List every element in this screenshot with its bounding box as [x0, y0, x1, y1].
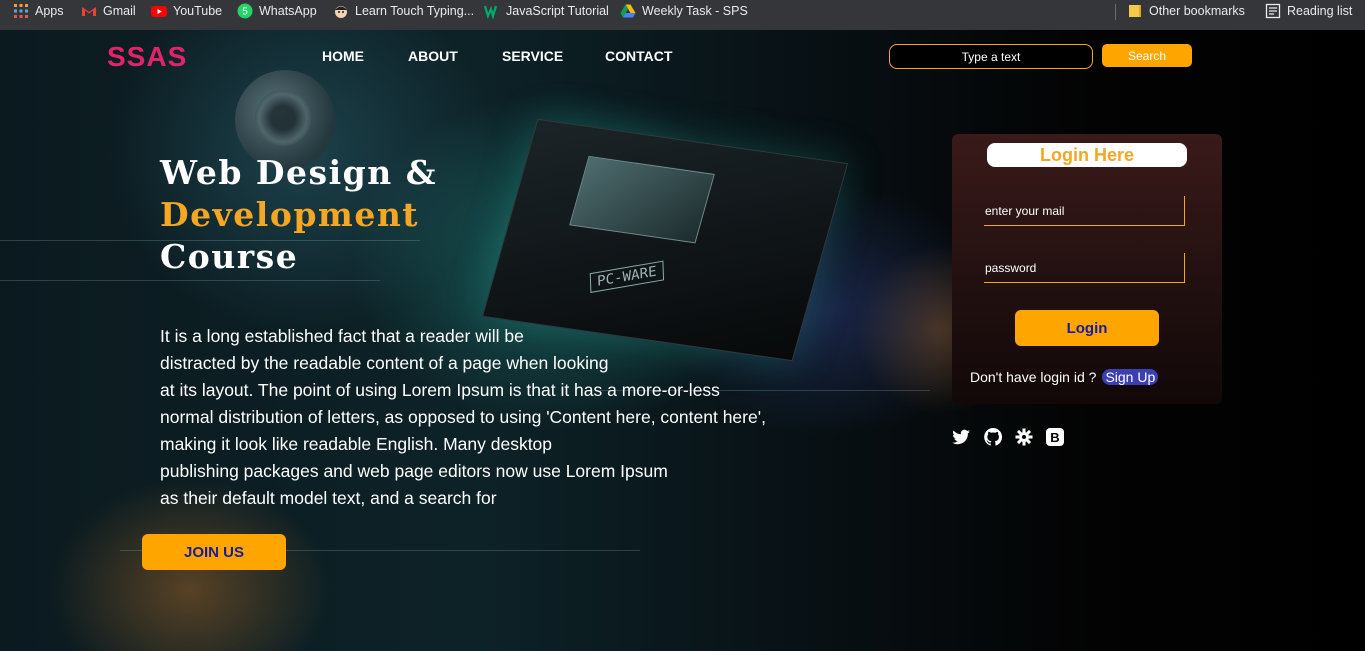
- youtube-icon: [151, 3, 167, 19]
- search-input[interactable]: [889, 44, 1093, 69]
- bookmark-apps[interactable]: Apps: [13, 0, 64, 22]
- other-bookmarks[interactable]: Other bookmarks: [1127, 0, 1245, 22]
- other-bookmarks-label: Other bookmarks: [1149, 4, 1245, 18]
- no-account-text: Don't have login id ?: [970, 369, 1097, 385]
- heading-line-2: Development: [160, 195, 420, 234]
- twitter-icon[interactable]: [951, 427, 971, 447]
- bookmark-label: Gmail: [103, 4, 136, 18]
- password-field[interactable]: [984, 253, 1185, 283]
- login-button[interactable]: Login: [1015, 310, 1159, 346]
- gmail-icon: [81, 3, 97, 19]
- bookmark-javascript[interactable]: JavaScript Tutorial: [483, 0, 609, 22]
- bookmark-weekly-task[interactable]: Weekly Task - SPS: [620, 0, 748, 22]
- paragraph-line: publishing packages and web page editors…: [160, 461, 668, 481]
- site-logo[interactable]: SSAS: [107, 41, 187, 73]
- circuit-trace: [0, 280, 380, 281]
- signup-link[interactable]: Sign Up: [1102, 369, 1159, 385]
- svg-text:B: B: [1050, 430, 1059, 445]
- bookmark-label: WhatsApp: [259, 4, 317, 18]
- search-button[interactable]: Search: [1102, 44, 1192, 67]
- google-drive-icon: [620, 3, 636, 19]
- folder-icon: [1127, 3, 1143, 19]
- login-card: Login Here Login Don't have login id ? Si…: [952, 134, 1222, 404]
- gear-icon[interactable]: [1014, 427, 1034, 447]
- bookmark-label: YouTube: [173, 4, 223, 18]
- bookmarks-bar: Apps Gmail YouTube 5 WhatsApp Learn Touc…: [0, 0, 1365, 30]
- join-us-button[interactable]: JOIN US: [142, 534, 286, 570]
- paragraph-line: at its layout. The point of using Lorem …: [160, 380, 720, 400]
- paragraph-line: It is a long established fact that a rea…: [160, 326, 524, 346]
- reading-list-icon: [1265, 3, 1281, 19]
- svg-text:5: 5: [242, 7, 248, 18]
- bookmark-typing[interactable]: Learn Touch Typing...: [333, 0, 474, 22]
- chip-die: [569, 155, 715, 244]
- signup-row: Don't have login id ? Sign Up: [970, 369, 1159, 385]
- typing-icon: [333, 3, 349, 19]
- reading-list[interactable]: Reading list: [1265, 0, 1352, 22]
- apps-grid-icon: [13, 3, 29, 19]
- paragraph-line: normal distribution of letters, as oppos…: [160, 407, 766, 427]
- bookmark-label: Apps: [35, 4, 64, 18]
- github-icon[interactable]: [983, 427, 1003, 447]
- bookmark-youtube[interactable]: YouTube: [151, 0, 222, 22]
- hero-heading: Web Design & Development Course: [160, 152, 437, 278]
- bookmark-gmail[interactable]: Gmail: [81, 0, 136, 22]
- bookmarks-divider: [1115, 4, 1116, 20]
- paragraph-line: distracted by the readable content of a …: [160, 353, 609, 373]
- paragraph-line: making it look like readable English. Ma…: [160, 434, 553, 454]
- nav-service[interactable]: SERVICE: [502, 48, 563, 64]
- bookmark-whatsapp[interactable]: 5 WhatsApp: [237, 0, 317, 22]
- hero-paragraph: It is a long established fact that a rea…: [160, 323, 800, 512]
- bookmark-label: JavaScript Tutorial: [506, 4, 609, 18]
- heading-line-1: Web Design &: [160, 153, 438, 192]
- email-field[interactable]: [984, 196, 1185, 226]
- nav-contact[interactable]: CONTACT: [605, 48, 672, 64]
- nav-about[interactable]: ABOUT: [408, 48, 458, 64]
- whatsapp-icon: 5: [237, 3, 253, 19]
- chip-label: PC-WARE: [589, 260, 665, 293]
- bootstrap-icon[interactable]: B: [1045, 427, 1065, 447]
- paragraph-line: as their default model text, and a searc…: [160, 488, 497, 508]
- heading-line-3: Course: [160, 237, 299, 276]
- login-title: Login Here: [987, 143, 1187, 167]
- w3schools-icon: [483, 3, 500, 20]
- bookmark-label: Weekly Task - SPS: [642, 4, 748, 18]
- bookmark-label: Learn Touch Typing...: [355, 4, 475, 18]
- reading-list-label: Reading list: [1287, 4, 1353, 18]
- robot-eye: [255, 90, 311, 146]
- nav-home[interactable]: HOME: [322, 48, 364, 64]
